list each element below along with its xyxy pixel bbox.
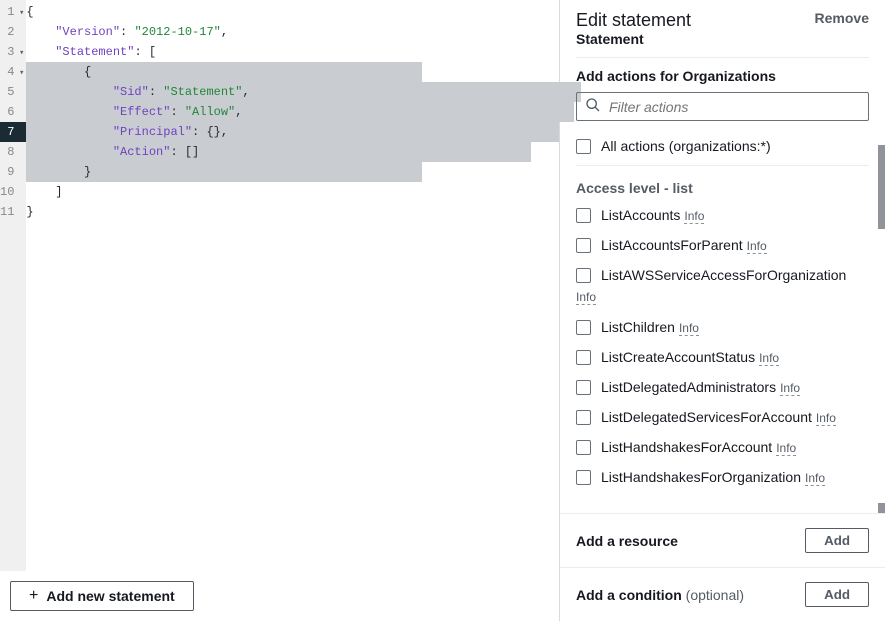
action-label: ListAWSServiceAccessForOrganization bbox=[601, 267, 846, 283]
code-body[interactable]: { "Version": "2012-10-17", "Statement": … bbox=[26, 0, 581, 571]
line-number: 10 bbox=[0, 182, 26, 202]
action-label: ListHandshakesForOrganization bbox=[601, 469, 801, 485]
line-number: 9 bbox=[0, 162, 26, 182]
checkbox[interactable] bbox=[576, 238, 591, 253]
code-editor[interactable]: 1234567891011 { "Version": "2012-10-17",… bbox=[0, 0, 559, 571]
search-icon bbox=[585, 97, 601, 116]
add-condition-label: Add a condition (optional) bbox=[576, 587, 744, 603]
add-condition-section: Add a condition (optional) Add bbox=[560, 567, 885, 621]
action-label: ListDelegatedServicesForAccount bbox=[601, 409, 812, 425]
actions-scroll: All actions (organizations:*) Access lev… bbox=[560, 131, 885, 513]
info-link[interactable]: Info bbox=[776, 441, 796, 456]
action-row[interactable]: ListAccountsForParent Info bbox=[576, 230, 869, 260]
add-statement-label: Add new statement bbox=[46, 588, 174, 604]
action-row[interactable]: ListAWSServiceAccessForOrganization bbox=[576, 260, 869, 290]
action-label: ListAccountsForParent bbox=[601, 237, 743, 253]
action-label: ListAccounts bbox=[601, 207, 680, 223]
action-label: ListHandshakesForAccount bbox=[601, 439, 772, 455]
add-condition-button[interactable]: Add bbox=[805, 582, 869, 607]
line-number: 8 bbox=[0, 142, 26, 162]
line-number: 4 bbox=[0, 62, 26, 82]
code-line[interactable]: } bbox=[26, 202, 581, 222]
code-line[interactable]: { bbox=[26, 2, 581, 22]
checkbox[interactable] bbox=[576, 208, 591, 223]
action-row[interactable]: ListHandshakesForAccount Info bbox=[576, 432, 869, 462]
scrollbar-thumb[interactable] bbox=[878, 145, 885, 229]
info-link[interactable]: Info bbox=[747, 239, 767, 254]
search-input[interactable] bbox=[609, 99, 860, 115]
code-line[interactable]: "Statement": [ bbox=[26, 42, 581, 62]
action-label: ListChildren bbox=[601, 319, 675, 335]
code-line[interactable]: "Action": [] bbox=[26, 142, 581, 162]
code-line[interactable]: ] bbox=[26, 182, 581, 202]
info-link[interactable]: Info bbox=[759, 351, 779, 366]
action-row[interactable]: ListChildren Info bbox=[576, 312, 869, 342]
code-line[interactable]: "Sid": "Statement", bbox=[26, 82, 581, 102]
statement-name: Statement bbox=[576, 31, 691, 47]
line-number: 1 bbox=[0, 2, 26, 22]
info-link[interactable]: Info bbox=[780, 381, 800, 396]
code-line[interactable]: { bbox=[26, 62, 581, 82]
add-statement-button[interactable]: + Add new statement bbox=[10, 581, 194, 611]
line-number: 6 bbox=[0, 102, 26, 122]
code-line[interactable]: } bbox=[26, 162, 581, 182]
action-row-info-wrap: Info bbox=[576, 290, 869, 312]
checkbox[interactable] bbox=[576, 350, 591, 365]
line-number: 5 bbox=[0, 82, 26, 102]
info-link[interactable]: Info bbox=[576, 290, 596, 305]
line-number: 11 bbox=[0, 202, 26, 222]
checkbox[interactable] bbox=[576, 380, 591, 395]
app-root: 1234567891011 { "Version": "2012-10-17",… bbox=[0, 0, 885, 621]
checkbox[interactable] bbox=[576, 470, 591, 485]
line-number: 2 bbox=[0, 22, 26, 42]
add-resource-button[interactable]: Add bbox=[805, 528, 869, 553]
header-divider bbox=[576, 57, 869, 58]
action-row[interactable]: ListCreateAccountStatus Info bbox=[576, 342, 869, 372]
code-line[interactable]: "Effect": "Allow", bbox=[26, 102, 581, 122]
line-number: 7 bbox=[0, 122, 26, 142]
info-link[interactable]: Info bbox=[805, 471, 825, 486]
all-actions-row[interactable]: All actions (organizations:*) bbox=[576, 131, 869, 161]
line-number: 3 bbox=[0, 42, 26, 62]
info-link[interactable]: Info bbox=[679, 321, 699, 336]
edit-panel: Edit statement Statement Remove Add acti… bbox=[560, 0, 885, 621]
line-gutter: 1234567891011 bbox=[0, 0, 26, 571]
all-actions-label: All actions (organizations:*) bbox=[601, 138, 771, 154]
actions-header: Add actions for Organizations bbox=[560, 68, 885, 84]
action-row[interactable]: ListAccounts Info bbox=[576, 200, 869, 230]
checkbox[interactable] bbox=[576, 440, 591, 455]
action-row[interactable]: ListDelegatedAdministrators Info bbox=[576, 372, 869, 402]
editor-footer: + Add new statement bbox=[0, 571, 559, 621]
editor-pane: 1234567891011 { "Version": "2012-10-17",… bbox=[0, 0, 560, 621]
action-row[interactable]: ListHandshakesForOrganization Info bbox=[576, 462, 869, 492]
panel-title-block: Edit statement Statement bbox=[576, 10, 691, 47]
checkbox[interactable] bbox=[576, 410, 591, 425]
panel-header: Edit statement Statement Remove bbox=[560, 0, 885, 53]
action-label: ListDelegatedAdministrators bbox=[601, 379, 776, 395]
checkbox[interactable] bbox=[576, 268, 591, 283]
search-box[interactable] bbox=[576, 92, 869, 121]
action-list: ListAccounts Info ListAccountsForParent Inf… bbox=[576, 200, 869, 492]
add-resource-section: Add a resource Add bbox=[560, 513, 885, 567]
access-group-title: Access level - list bbox=[576, 170, 869, 200]
action-row[interactable]: ListDelegatedServicesForAccount Info bbox=[576, 402, 869, 432]
plus-icon: + bbox=[29, 588, 38, 604]
scrollbar-arrow[interactable] bbox=[878, 503, 885, 513]
add-resource-label: Add a resource bbox=[576, 533, 678, 549]
info-link[interactable]: Info bbox=[816, 411, 836, 426]
code-line[interactable]: "Principal": {}, bbox=[26, 122, 581, 142]
remove-link[interactable]: Remove bbox=[815, 10, 869, 26]
thin-divider bbox=[576, 165, 869, 166]
code-line[interactable]: "Version": "2012-10-17", bbox=[26, 22, 581, 42]
panel-title: Edit statement bbox=[576, 10, 691, 31]
info-link[interactable]: Info bbox=[684, 209, 704, 224]
action-label: ListCreateAccountStatus bbox=[601, 349, 755, 365]
checkbox-all-actions[interactable] bbox=[576, 139, 591, 154]
checkbox[interactable] bbox=[576, 320, 591, 335]
